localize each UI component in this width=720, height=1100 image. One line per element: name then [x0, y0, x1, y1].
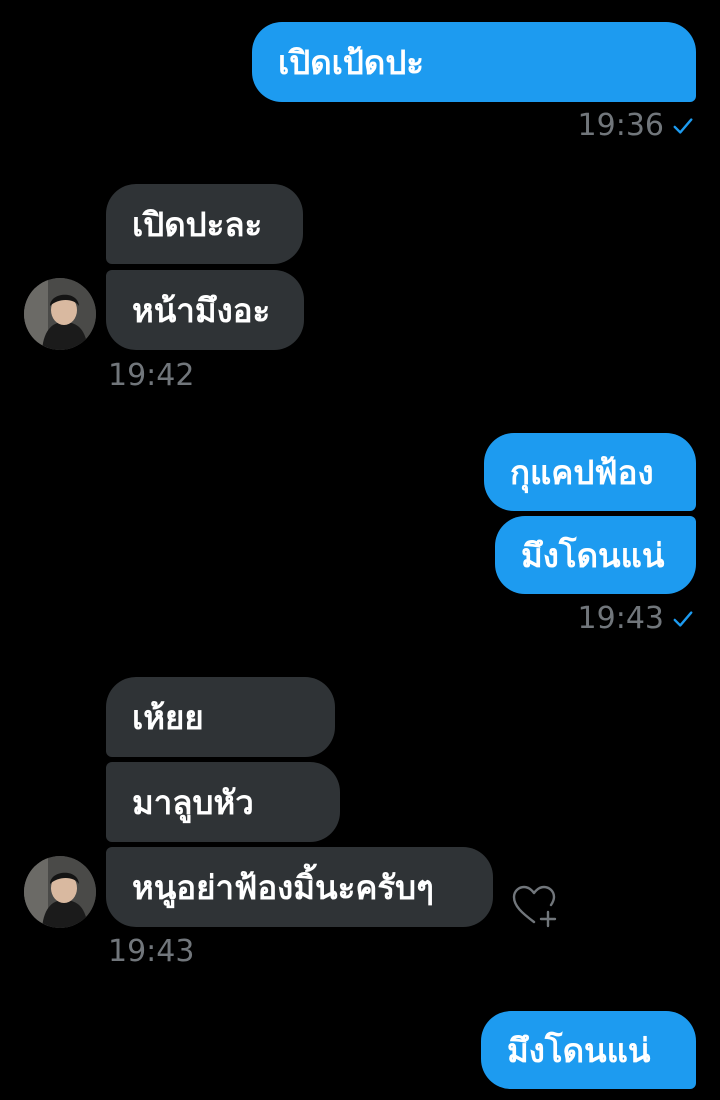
message-meta: 19:43: [578, 601, 694, 636]
timestamp: 19:36: [577, 108, 664, 143]
message-bubble-sent[interactable]: เปิดเป้ดปะ: [252, 22, 696, 102]
message-meta: 19:36: [578, 108, 694, 143]
avatar-image: [24, 856, 96, 928]
check-icon: [673, 117, 693, 134]
message-meta: 19:43: [108, 934, 194, 969]
message-bubble-sent[interactable]: กุแคปฟ้อง: [484, 433, 696, 511]
message-bubble-sent[interactable]: มึงโดนแน่: [481, 1011, 696, 1089]
message-bubble-received[interactable]: หนูอย่าฟ้องมิ้นะครับๆ: [106, 847, 493, 927]
timestamp: 19:42: [108, 358, 195, 393]
message-meta: 19:42: [108, 358, 194, 393]
timestamp: 19:43: [577, 601, 664, 636]
message-bubble-sent[interactable]: มึงโดนแน่: [495, 516, 696, 594]
avatar[interactable]: [24, 856, 96, 928]
avatar-image: [24, 278, 96, 350]
heart-plus-icon[interactable]: [510, 882, 558, 930]
avatar[interactable]: [24, 278, 96, 350]
message-bubble-received[interactable]: เปิดปะละ: [106, 184, 303, 264]
message-bubble-received[interactable]: เห้ยย: [106, 677, 335, 757]
timestamp: 19:43: [108, 934, 195, 969]
message-bubble-received[interactable]: หน้ามึงอะ: [106, 270, 304, 350]
check-icon: [673, 610, 693, 627]
message-bubble-received[interactable]: มาลูบหัว: [106, 762, 340, 842]
